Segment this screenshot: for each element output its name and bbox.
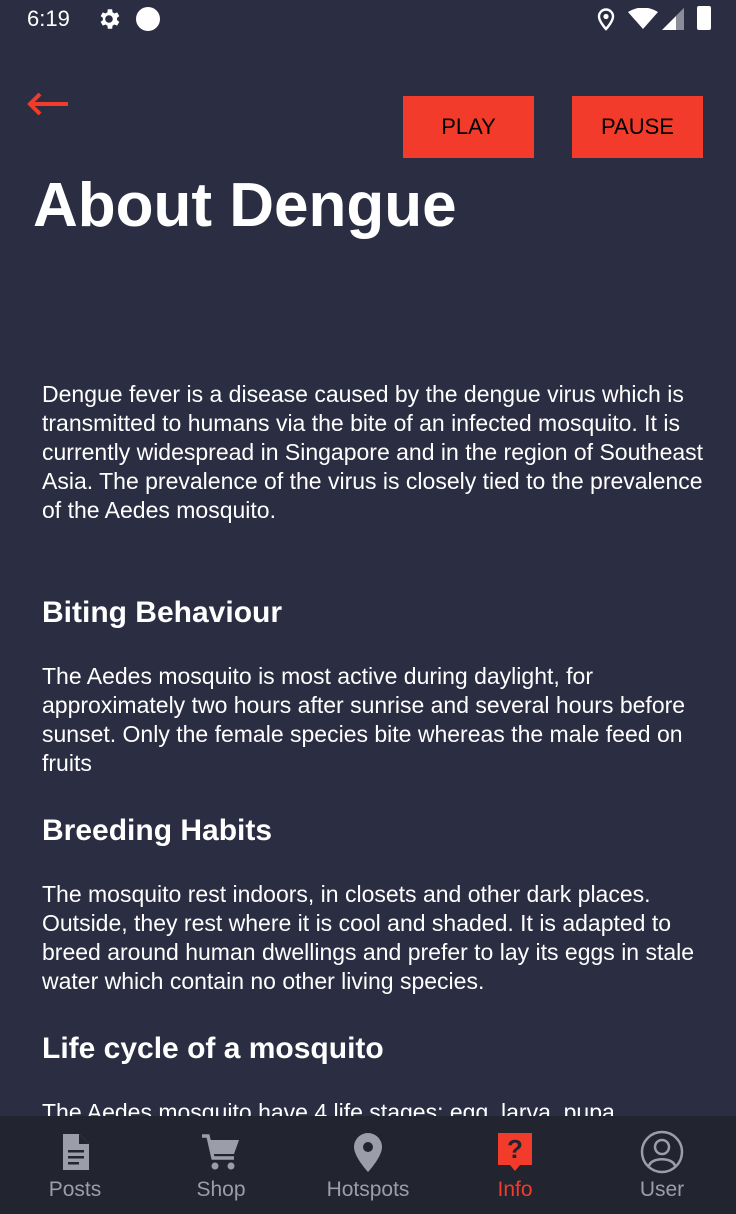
info-content[interactable]: Dengue fever is a disease caused by the … (42, 380, 706, 1116)
nav-item-user[interactable]: User (589, 1116, 735, 1214)
nav-label-info: Info (497, 1178, 533, 1201)
page-title: About Dengue (33, 171, 457, 240)
wifi-icon (628, 8, 658, 29)
pause-button[interactable]: PAUSE (572, 96, 703, 158)
back-arrow-icon[interactable] (26, 90, 70, 118)
user-icon (640, 1130, 684, 1174)
nav-label-posts: Posts (48, 1178, 102, 1201)
document-icon (63, 1134, 89, 1170)
section-heading-biting: Biting Behaviour (42, 596, 283, 629)
play-button[interactable]: PLAY (403, 96, 534, 158)
battery-icon (697, 6, 711, 30)
status-bar: 6:19 (0, 0, 736, 40)
question-icon: ? (498, 1133, 532, 1171)
nav-item-info[interactable]: ? Info (442, 1116, 588, 1214)
section-heading-breeding: Breeding Habits (42, 814, 273, 847)
nav-item-posts[interactable]: Posts (2, 1116, 148, 1214)
cart-icon (202, 1134, 239, 1170)
svg-text:?: ? (507, 1134, 523, 1164)
location-pin-icon (354, 1133, 382, 1172)
nav-label-shop: Shop (196, 1178, 246, 1201)
signal-icon (662, 8, 684, 30)
nav-item-hotspots[interactable]: Hotspots (295, 1116, 441, 1214)
section-text-biting: The Aedes mosquito is most active during… (42, 663, 686, 776)
nav-item-shop[interactable]: Shop (148, 1116, 294, 1214)
settings-gear-icon (100, 9, 120, 29)
section-text-breeding: The mosquito rest indoors, in closets an… (42, 881, 695, 994)
nav-label-user: User (639, 1178, 685, 1201)
intro-paragraph: Dengue fever is a disease caused by the … (42, 381, 704, 523)
notification-dot-icon (136, 7, 160, 31)
bottom-nav: Posts Shop Hotspots ? Info User (0, 1116, 736, 1214)
location-status-icon (597, 8, 615, 31)
section-text-lifecycle: The Aedes mosquito have 4 life stages: e… (42, 1099, 615, 1116)
section-heading-lifecycle: Life cycle of a mosquito (42, 1032, 384, 1065)
status-time: 6:19 (27, 6, 70, 31)
nav-label-hotspots: Hotspots (326, 1178, 410, 1201)
